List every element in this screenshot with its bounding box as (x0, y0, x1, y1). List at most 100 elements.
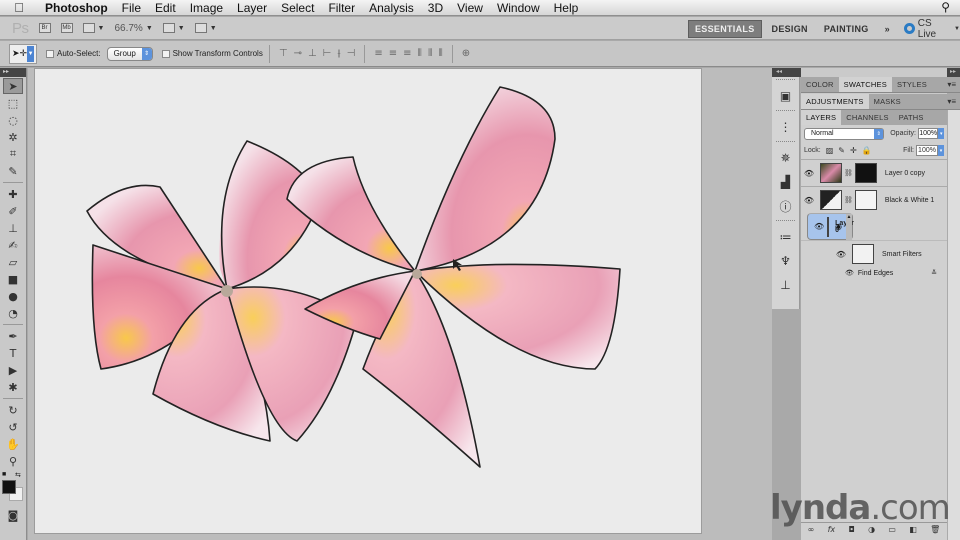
gradient-tool-icon[interactable]: ■ (3, 271, 23, 287)
pen-tool-icon[interactable]: ✒ (3, 328, 23, 344)
mini-bridge-button[interactable]: Mb (60, 23, 73, 33)
menu-select[interactable]: Select (274, 0, 321, 16)
arrange-documents-button[interactable]: ▼ (162, 23, 185, 33)
distribute-horizontal-centers-icon[interactable]: ⦀ (428, 48, 432, 59)
blending-options-icon[interactable]: ≚ (931, 269, 937, 277)
tab-color[interactable]: COLOR (801, 77, 839, 92)
menu-filter[interactable]: Filter (321, 0, 362, 16)
menu-file[interactable]: File (115, 0, 148, 16)
auto-select-checkbox[interactable]: Auto-Select: (46, 49, 101, 58)
swap-colors-icon[interactable]: ⇆ (15, 471, 21, 479)
marquee-tool-icon[interactable]: ⬚ (3, 95, 23, 111)
menu-help[interactable]: Help (547, 0, 586, 16)
visibility-eye-icon[interactable]: 👁 (801, 196, 817, 205)
align-horizontal-centers-icon[interactable]: ⫲ (337, 48, 340, 59)
brush-presets-icon[interactable]: ≔ (772, 225, 799, 249)
tab-layers[interactable]: LAYERS (801, 110, 842, 125)
custom-shape-tool-icon[interactable]: ✱ (3, 379, 23, 395)
foreground-color-swatch[interactable] (2, 480, 16, 494)
brushes-icon[interactable]: ♆ (772, 249, 799, 273)
new-group-icon[interactable]: ▭ (888, 525, 896, 534)
menu-edit[interactable]: Edit (148, 0, 183, 16)
eyedropper-tool-icon[interactable]: ✎ (3, 163, 23, 179)
smart-object-filter-icon[interactable]: ◉ (835, 222, 842, 231)
distribute-bottom-icon[interactable]: ≡ (403, 48, 411, 59)
layer-row-selected[interactable]: 👁 Layer 0 ◉ ▲ (807, 213, 854, 241)
opacity-slider-button[interactable]: ▾ (938, 128, 944, 139)
history-icon[interactable]: ⋮ (772, 115, 799, 139)
tool-preset-picker[interactable]: ➤✛ ▼ (9, 43, 37, 64)
opacity-input[interactable]: 100% (917, 128, 939, 139)
align-left-edges-icon[interactable]: ⊢ (323, 48, 332, 59)
lasso-tool-icon[interactable]: ◌ (3, 112, 23, 128)
auto-align-layers-icon[interactable]: ⊕ (462, 48, 470, 59)
add-mask-icon[interactable]: ◘ (848, 525, 854, 534)
collapse-right-icon[interactable]: ▸▸ (950, 68, 956, 77)
zoom-tool-icon[interactable]: ⚲ (3, 453, 23, 469)
panel-scrollbar[interactable] (947, 110, 960, 540)
path-selection-tool-icon[interactable]: ▶ (3, 362, 23, 378)
histogram-icon[interactable]: ▟ (772, 170, 799, 194)
lock-image-icon[interactable]: ✎ (838, 146, 845, 155)
menu-window[interactable]: Window (490, 0, 547, 16)
quick-selection-tool-icon[interactable]: ✲ (3, 129, 23, 145)
menu-3d[interactable]: 3D (421, 0, 450, 16)
layer-row[interactable]: 👁 ⛓ Layer 0 copy (801, 159, 947, 186)
lock-all-icon[interactable]: 🔒 (862, 146, 872, 155)
spotlight-search-icon[interactable]: ⚲ (941, 0, 950, 14)
tab-masks[interactable]: MASKS (869, 94, 906, 109)
layer-style-fx-icon[interactable]: fx (828, 525, 836, 534)
bridge-button[interactable]: Br (38, 23, 51, 33)
visibility-eye-icon[interactable]: 👁 (833, 250, 849, 259)
lock-transparency-icon[interactable]: ▨ (826, 146, 834, 155)
3d-rotate-tool-icon[interactable]: ↻ (3, 402, 23, 418)
scroll-up-icon[interactable]: ▲ (846, 214, 852, 241)
workspace-design[interactable]: DESIGN (766, 21, 814, 37)
show-transform-controls-checkbox[interactable]: Show Transform Controls (161, 49, 263, 58)
crop-tool-icon[interactable]: ⌗ (3, 146, 23, 162)
workspace-painting[interactable]: PAINTING (818, 21, 875, 37)
collapse-left-icon[interactable]: ◂◂ (776, 68, 782, 77)
default-colors-icon[interactable]: ■ (2, 471, 6, 478)
tab-adjustments[interactable]: ADJUSTMENTS (801, 94, 869, 109)
history-brush-tool-icon[interactable]: ✍ (3, 237, 23, 253)
new-adjustment-layer-icon[interactable]: ◑ (868, 525, 875, 534)
align-bottom-edges-icon[interactable]: ⊥ (308, 48, 317, 59)
view-extras-button[interactable]: ▼ (82, 23, 104, 33)
visibility-eye-icon[interactable]: 👁 (814, 222, 824, 231)
filter-row[interactable]: 👁 Find Edges ≚ (801, 267, 947, 279)
tab-styles[interactable]: STYLES (892, 77, 932, 92)
workspace-essentials[interactable]: ESSENTIALS (688, 19, 762, 38)
panel-menu-icon[interactable]: ▾≡ (947, 97, 956, 109)
smart-filters-row[interactable]: 👁 Smart Filters (801, 240, 947, 267)
clone-stamp-tool-icon[interactable]: ⊥ (3, 220, 23, 236)
brush-tool-icon[interactable]: ✐ (3, 203, 23, 219)
distribute-left-icon[interactable]: ⦀ (418, 48, 422, 59)
zoom-level-dropdown[interactable]: 66.7% ▼ (114, 23, 152, 34)
visibility-eye-icon[interactable]: 👁 (801, 169, 817, 178)
menu-analysis[interactable]: Analysis (362, 0, 421, 16)
menu-image[interactable]: Image (183, 0, 230, 16)
distribute-top-icon[interactable]: ≡ (374, 48, 382, 59)
healing-brush-tool-icon[interactable]: ✚ (3, 186, 23, 202)
distribute-right-icon[interactable]: ⦀ (438, 48, 442, 59)
3d-orbit-tool-icon[interactable]: ↺ (3, 419, 23, 435)
tools-panel-header[interactable]: ▸▸ (0, 68, 26, 77)
delete-layer-icon[interactable]: 🗑 (930, 525, 940, 534)
tab-channels[interactable]: CHANNELS (841, 110, 893, 125)
hand-tool-icon[interactable]: ✋ (3, 436, 23, 452)
lock-position-icon[interactable]: ✛ (850, 146, 857, 155)
move-tool-icon[interactable]: ➤ (3, 78, 23, 94)
type-tool-icon[interactable]: T (3, 345, 23, 361)
fill-input[interactable]: 100% (916, 145, 938, 156)
blur-tool-icon[interactable]: ● (3, 288, 23, 304)
link-layers-icon[interactable]: ∞ (808, 525, 815, 534)
new-layer-icon[interactable]: ◧ (909, 525, 917, 534)
navigator-icon[interactable]: ✵ (772, 146, 799, 170)
eraser-tool-icon[interactable]: ▱ (3, 254, 23, 270)
menu-view[interactable]: View (450, 0, 490, 16)
cs-live-button[interactable]: CS Live ▼ (903, 18, 960, 40)
dodge-tool-icon[interactable]: ◔ (3, 305, 23, 321)
align-right-edges-icon[interactable]: ⊣ (347, 48, 356, 59)
panel-menu-icon[interactable]: ▾≡ (947, 80, 956, 92)
